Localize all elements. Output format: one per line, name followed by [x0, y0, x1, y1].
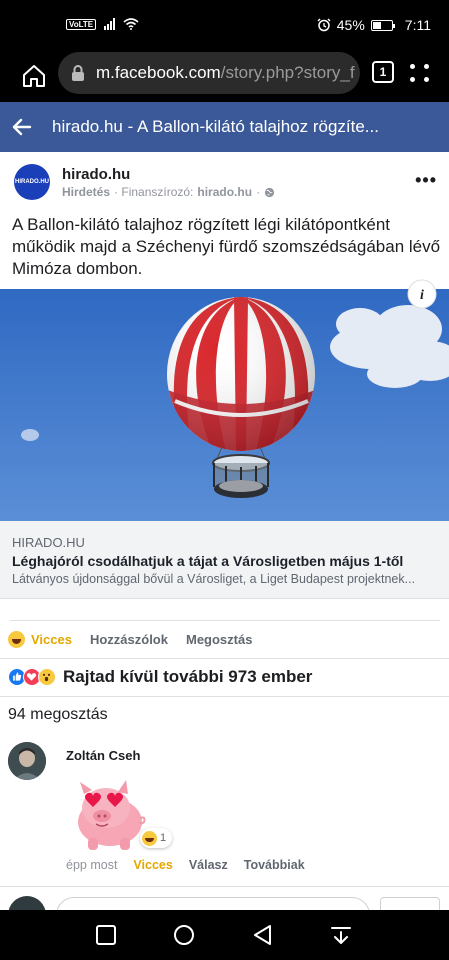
back-button[interactable] — [0, 102, 44, 152]
url-path: /story.php?story_f — [220, 63, 355, 82]
funder-name[interactable]: hirado.hu — [197, 185, 252, 199]
page-avatar[interactable]: HIRADO.HU — [14, 164, 50, 200]
reactions-count: Rajtad kívül további 973 ember — [63, 667, 313, 686]
globe-icon — [264, 187, 275, 197]
more-menu-icon[interactable] — [410, 60, 434, 86]
link-description: Látványos újdonsággal bővül a Városliget… — [12, 572, 416, 586]
react-button[interactable]: Vicces — [8, 630, 72, 648]
haha-emoji-icon — [142, 830, 157, 846]
lock-icon — [72, 65, 84, 81]
tab-switcher-button[interactable]: 1 — [372, 61, 394, 83]
meta-separator: · — [256, 185, 261, 199]
back-nav-icon[interactable] — [251, 924, 275, 946]
battery-percent: 45% — [336, 17, 365, 33]
pig-sticker — [78, 780, 146, 850]
wow-reaction-icon — [38, 668, 56, 686]
url-field[interactable]: m.facebook.com/story.php?story_f — [58, 52, 360, 94]
header-title: hirado.hu - A Ballon-kilátó talajhoz rög… — [52, 117, 379, 136]
wifi-icon — [123, 18, 139, 30]
volte-badge: VoLTE — [66, 18, 97, 30]
svg-text:i: i — [420, 288, 424, 303]
signal-icon — [104, 18, 116, 30]
post-actions: Vicces Hozzászólok Megosztás — [8, 628, 252, 650]
link-domain: HIRADO.HU — [12, 535, 85, 550]
home-icon[interactable] — [20, 62, 48, 90]
fb-header: hirado.hu - A Ballon-kilátó talajhoz rög… — [0, 102, 449, 152]
balloon-photo[interactable] — [0, 289, 449, 521]
info-icon[interactable]: i — [407, 279, 437, 309]
clock: 7:11 — [404, 17, 431, 33]
back-arrow-icon — [12, 118, 32, 136]
link-preview-card[interactable]: HIRADO.HU Léghajóról csodálhatjuk a tája… — [0, 521, 449, 599]
comment-time: épp most — [66, 858, 118, 872]
comment-more-button[interactable]: Továbbiak — [244, 858, 305, 872]
shares-count[interactable]: 94 megosztás — [8, 706, 108, 724]
post-text: A Ballon-kilátó talajhoz rögzített légi … — [12, 215, 441, 278]
comment-reply-button[interactable]: Válasz — [189, 858, 228, 872]
comment-author[interactable]: Zoltán Cseh — [66, 748, 140, 763]
share-button[interactable]: Megosztás — [186, 632, 252, 647]
battery-icon — [370, 19, 395, 31]
comment-button[interactable]: Hozzászólok — [90, 632, 168, 647]
funded-by-prefix: · Finanszírozó: — [114, 185, 194, 199]
haha-emoji-icon — [8, 630, 25, 648]
react-label: Vicces — [31, 631, 72, 647]
comment-reaction-count: 1 — [160, 832, 167, 844]
url-host: m.facebook.com — [96, 63, 221, 82]
comment-react-button[interactable]: Vicces — [133, 858, 172, 872]
comment-actions: épp most Vicces Válasz Továbbiak — [66, 858, 305, 872]
post-options-icon[interactable]: ••• — [415, 170, 437, 191]
link-headline: Léghajóról csodálhatjuk a tájat a Városl… — [12, 553, 404, 569]
recents-icon[interactable] — [94, 924, 118, 946]
divider — [0, 696, 449, 697]
browser-toolbar: m.facebook.com/story.php?story_f 1 — [0, 52, 449, 102]
sponsored-label: Hirdetés — [62, 185, 111, 199]
alarm-icon — [317, 18, 331, 32]
reactions-summary[interactable]: Rajtad kívül további 973 ember — [8, 665, 312, 689]
divider — [10, 620, 440, 621]
battery-level — [372, 21, 381, 29]
status-right: 45% 7:11 — [317, 17, 431, 33]
post-header: HIRADO.HU hirado.hu Hirdetés · Finanszír… — [0, 152, 449, 210]
home-nav-icon[interactable] — [172, 924, 196, 946]
commenter-avatar[interactable] — [8, 742, 46, 780]
status-left: VoLTE — [66, 18, 139, 30]
post-meta: Hirdetés · Finanszírozó: hirado.hu · — [62, 185, 275, 199]
nav-down-icon[interactable] — [329, 924, 353, 946]
comment-reactions[interactable]: 1 — [140, 828, 173, 848]
system-nav-bar — [0, 910, 449, 960]
status-bar: VoLTE 45% 7:11 — [0, 0, 449, 52]
divider — [0, 658, 449, 659]
divider — [0, 886, 449, 887]
page-name[interactable]: hirado.hu — [62, 166, 130, 183]
